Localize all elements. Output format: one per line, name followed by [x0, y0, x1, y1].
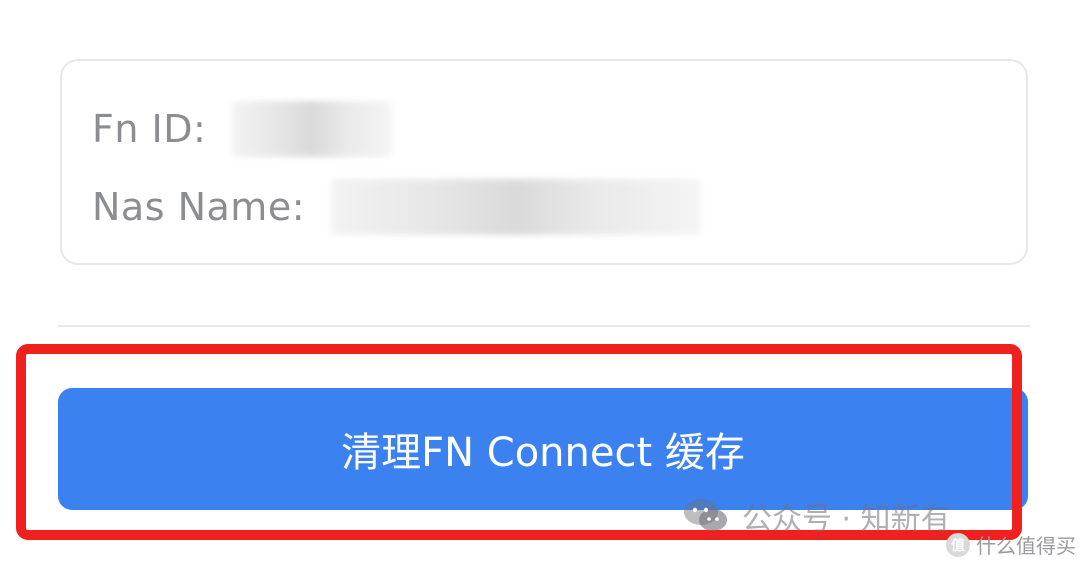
site-watermark: 值 什么值得买: [946, 530, 1076, 559]
fn-id-row: Fn ID:: [92, 101, 393, 157]
nas-name-row: Nas Name:: [92, 179, 701, 235]
fn-id-label: Fn ID:: [92, 107, 207, 151]
nas-name-value-redacted: [331, 179, 701, 235]
section-divider: [58, 325, 1030, 327]
wechat-icon: [684, 499, 727, 531]
site-logo-icon: 值: [946, 532, 970, 557]
site-watermark-text: 什么值得买: [976, 534, 1076, 558]
nas-name-label: Nas Name:: [92, 185, 305, 229]
device-info-card: Fn ID: Nas Name:: [60, 59, 1028, 265]
wechat-watermark: 公众号 · 知新有: [682, 494, 951, 538]
fn-id-value-redacted: [232, 101, 393, 157]
settings-panel: Fn ID: Nas Name: 清理FN Connect 缓存 公众号 · 知…: [0, 0, 1080, 569]
watermark-account-text: 公众号 · 知新有: [742, 502, 951, 537]
